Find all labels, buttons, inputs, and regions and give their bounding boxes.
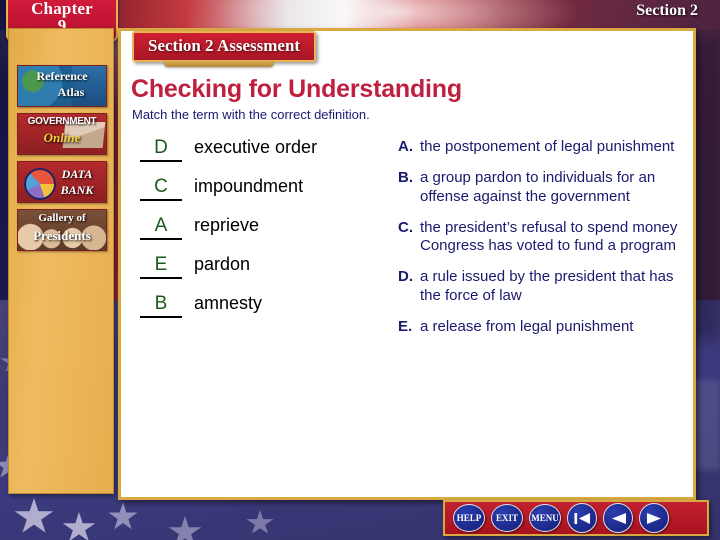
sidebar-item-label: Reference [36, 69, 88, 83]
definition-text: the president’s refusal to spend money C… [420, 218, 678, 255]
answer-blank[interactable]: B [140, 293, 182, 318]
term-row: A reprieve [140, 215, 390, 240]
sidebar-item-label: GOVERNMENT [27, 116, 97, 127]
term-label: reprieve [194, 215, 260, 235]
definition-row: A. the postponement of legal punishment [398, 138, 690, 156]
assessment-banner-wrap: Section 2 Assessment [132, 31, 317, 67]
section-label: Section 2 [636, 2, 698, 19]
term-row: D executive order [140, 137, 390, 162]
chapter-word: Chapter [31, 0, 93, 18]
next-slide-button[interactable] [639, 503, 669, 533]
sidebar-item-label: DATA [61, 167, 93, 181]
sidebar-item-gallery-of-presidents[interactable]: Gallery of Presidents [17, 209, 107, 251]
instruction-text: Match the term with the correct definiti… [132, 107, 370, 122]
sidebar-item-data-bank[interactable]: DATA BANK [17, 161, 107, 203]
answer-blank[interactable]: A [140, 215, 182, 240]
slide: Chapter 9 Section 2 Reference Atlas GOVE… [0, 0, 720, 540]
term-label: executive order [194, 137, 318, 157]
term-row: B amnesty [140, 293, 390, 318]
sidebar-item-label: Atlas [57, 85, 85, 99]
assessment-banner: Section 2 Assessment [132, 31, 317, 62]
answer-blank[interactable]: E [140, 254, 182, 279]
term-row: C impoundment [140, 176, 390, 201]
answer-blank[interactable]: C [140, 176, 182, 201]
answer-blank[interactable]: D [140, 137, 182, 162]
sidebar-item-label: Presidents [33, 228, 91, 243]
forward-arrow-icon [646, 512, 661, 524]
definition-letter: E. [398, 318, 413, 336]
menu-button[interactable]: MENU [529, 504, 561, 532]
sidebar: Reference Atlas GOVERNMENT Online DATA B… [8, 28, 114, 494]
help-button[interactable]: HELP [453, 504, 485, 532]
definition-letter: B. [398, 169, 413, 187]
definition-row: E. a release from legal punishment [398, 318, 690, 336]
definition-text: a rule issued by the president that has … [420, 268, 674, 304]
definition-row: B. a group pardon to individuals for an … [398, 169, 690, 206]
sidebar-item-reference-atlas[interactable]: Reference Atlas [17, 65, 107, 107]
definition-letter: C. [398, 218, 413, 236]
page-title: Checking for Understanding [131, 75, 462, 103]
exit-button[interactable]: EXIT [491, 504, 523, 532]
definition-text: the postponement of legal punishment [420, 138, 675, 155]
assessment-banner-tab [164, 61, 274, 67]
definition-text: a release from legal punishment [420, 318, 634, 336]
definition-row: D. a rule issued by the president that h… [398, 268, 690, 305]
sidebar-item-label: Online [43, 130, 81, 145]
definition-letter: A. [398, 138, 413, 155]
definition-letter: D. [398, 268, 413, 286]
back-arrow-icon [611, 512, 626, 524]
first-arrow-icon [574, 512, 590, 524]
definition-row: C. the president’s refusal to spend mone… [398, 219, 690, 256]
sidebar-item-government-online[interactable]: GOVERNMENT Online [17, 113, 107, 155]
term-label: pardon [194, 254, 251, 274]
term-row: E pardon [140, 254, 390, 279]
terms-list: D executive order C impoundment A reprie… [140, 137, 390, 332]
sidebar-item-label: Gallery of [38, 212, 86, 224]
definition-text: a group pardon to individuals for an off… [420, 169, 656, 205]
navigation-bar: HELP EXIT MENU [443, 500, 709, 536]
term-label: impoundment [194, 176, 304, 196]
previous-slide-button[interactable] [603, 503, 633, 533]
first-slide-button[interactable] [567, 503, 597, 533]
term-label: amnesty [194, 293, 263, 313]
definitions-list: A. the postponement of legal punishment … [398, 138, 690, 349]
sidebar-item-label: BANK [60, 183, 94, 197]
